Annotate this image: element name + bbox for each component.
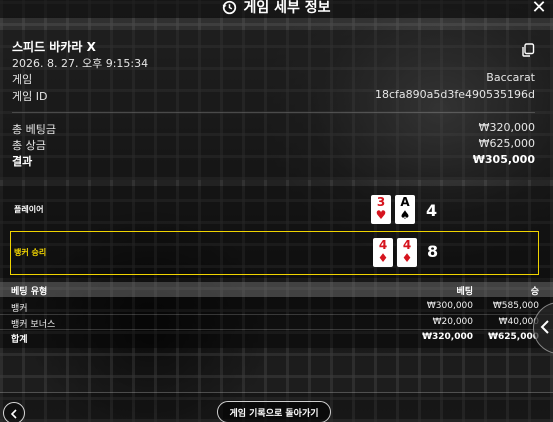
player-hand: 플레이어 3 ♥ A ♠ 4	[0, 189, 553, 229]
header-title: 게임 세부 정보	[243, 0, 331, 16]
player-card-2: A ♠	[395, 195, 415, 224]
back-to-history-button[interactable]: 게임 기록으로 돌아가기	[217, 401, 331, 422]
player-score: 4	[426, 201, 438, 220]
game-row: 게임 Baccarat	[12, 71, 535, 87]
diamond-suit-icon: ♦	[377, 251, 389, 265]
bet-amount-cell: ₩300,000	[426, 301, 473, 311]
game-label: 게임	[12, 73, 33, 86]
spade-suit-icon: ♠	[399, 208, 411, 222]
win-amount-cell: ₩585,000	[492, 301, 539, 311]
total-payout-value: ₩625,000	[478, 137, 535, 150]
bet-type-cell: 뱅커	[11, 304, 28, 314]
total-bet-label: 총 베팅금	[12, 123, 56, 136]
game-value: Baccarat	[486, 71, 535, 84]
summary-divider	[12, 112, 535, 113]
banker-score: 8	[427, 242, 439, 261]
game-datetime-row: 2026. 8. 27. 오후 9:15:34	[12, 55, 535, 71]
game-id-value: 18cfa890a5d3fe490535196d	[375, 88, 535, 101]
game-id-row: 게임 ID 18cfa890a5d3fe490535196d	[12, 88, 535, 104]
copy-icon[interactable]	[521, 42, 535, 57]
banker-card-1: 4 ♦	[373, 238, 393, 267]
bet-amount-cell: ₩20,000	[432, 317, 473, 327]
total-payout-label: 총 상금	[12, 139, 46, 152]
header-bet-type: 베팅 유형	[11, 287, 48, 297]
close-icon: ✕	[531, 0, 547, 18]
bets-table: 베팅 유형 베팅 승 뱅커 ₩300,000 ₩585,000 뱅커 보너스 ₩…	[0, 282, 553, 348]
banker-card-2: 4 ♦	[397, 238, 417, 267]
total-win-cell: ₩625,000	[488, 332, 539, 342]
game-summary: 스피드 바카라 X 2026. 8. 27. 오후 9:15:34 게임 Bac…	[0, 30, 553, 180]
row-divider	[0, 329, 553, 330]
total-bet-cell: ₩320,000	[422, 332, 473, 342]
chevron-left-icon	[540, 319, 550, 338]
total-bet-value: ₩320,000	[478, 121, 535, 134]
game-name: 스피드 바카라 X	[12, 40, 96, 54]
bets-table-header: 베팅 유형 베팅 승	[0, 282, 553, 297]
row-divider	[0, 314, 553, 315]
total-payout-row: 총 상금 ₩625,000	[12, 137, 535, 153]
player-card-1: 3 ♥	[371, 195, 391, 224]
total-bet-row: 총 베팅금 ₩320,000	[12, 121, 535, 137]
dialog-header: 게임 세부 정보 ✕	[0, 0, 553, 18]
banker-hand: 뱅커 승리 4 ♦ 4 ♦ 8	[10, 231, 539, 275]
game-datetime: 2026. 8. 27. 오후 9:15:34	[12, 57, 149, 70]
player-label: 플레이어	[14, 205, 44, 214]
game-id-label: 게임 ID	[12, 90, 48, 103]
hands-panel: 플레이어 3 ♥ A ♠ 4 뱅커 승리 4 ♦ 4 ♦ 8	[0, 186, 553, 278]
previous-game-button[interactable]	[3, 402, 25, 422]
header-title-group: 게임 세부 정보	[222, 0, 331, 17]
total-label-cell: 합계	[11, 335, 28, 345]
result-row: 결과 ₩305,000	[12, 153, 535, 169]
banker-win-label: 뱅커 승리	[14, 248, 47, 257]
diamond-suit-icon: ♦	[401, 251, 413, 265]
result-value: ₩305,000	[472, 153, 535, 166]
history-icon	[222, 0, 237, 15]
heart-suit-icon: ♥	[375, 208, 387, 222]
header-bet: 베팅	[456, 287, 473, 297]
close-button[interactable]: ✕	[529, 0, 549, 18]
chevron-left-icon	[10, 404, 18, 422]
result-label: 결과	[12, 155, 33, 168]
header-win: 승	[530, 287, 539, 297]
dialog-footer: 게임 기록으로 돌아가기	[0, 392, 553, 422]
